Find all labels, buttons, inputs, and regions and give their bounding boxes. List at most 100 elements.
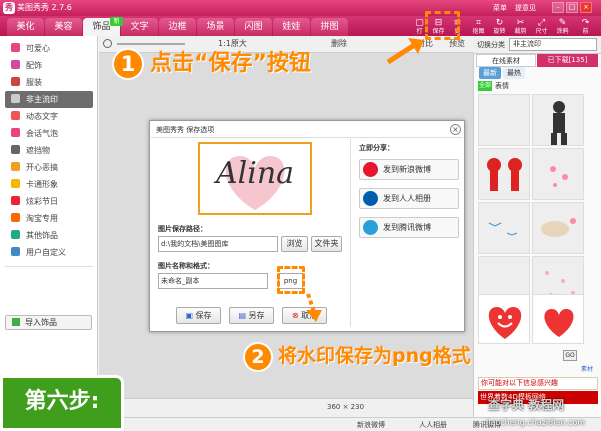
category-item-active[interactable]: 非主流印 <box>5 91 93 108</box>
category-icon <box>11 196 20 205</box>
category-icon <box>11 111 20 120</box>
tab-border[interactable]: 边框 <box>159 18 196 36</box>
material-thumbnail[interactable] <box>478 148 530 200</box>
material-thumbnail[interactable] <box>532 202 584 254</box>
maximize-button[interactable]: □ <box>566 2 578 13</box>
save-highlight-box <box>425 11 460 40</box>
tab-beauty[interactable]: 美容 <box>45 18 82 36</box>
redo-icon[interactable]: ↷ 前 <box>577 18 594 35</box>
material-thumbnail[interactable] <box>478 94 530 146</box>
save-as-button[interactable]: ▤ 另存 <box>229 307 274 324</box>
filter-emoji[interactable]: 表情 <box>495 81 509 91</box>
import-accessory-button[interactable]: 导入饰品 <box>5 315 92 330</box>
tencent-weibo-icon <box>363 220 378 235</box>
ad-banner[interactable]: 你可能对以下信息感兴趣 <box>478 377 598 390</box>
tab-collage[interactable]: 拼图 <box>311 18 348 36</box>
step-2-callout: 将水印保存为png格式 <box>278 345 471 367</box>
pink-hearts-icon <box>550 166 568 187</box>
tab-downloaded[interactable]: 已下载[135] <box>537 54 598 67</box>
tab-flash[interactable]: 闪图 <box>235 18 272 36</box>
zoom-slider[interactable] <box>117 43 185 45</box>
share-renren-button[interactable]: 发到人人相册 <box>359 188 459 209</box>
category-item[interactable]: 卡通形象 <box>5 176 93 193</box>
close-window-button[interactable]: × <box>580 2 592 13</box>
cancel-icon: ⊗ <box>291 311 299 320</box>
material-thumbnail[interactable] <box>478 202 530 254</box>
arrow-down-icon <box>306 293 322 322</box>
category-icon <box>11 230 20 239</box>
minimize-button[interactable]: – <box>552 2 564 13</box>
tab-online-materials[interactable]: 在线素材 <box>476 54 536 67</box>
category-item[interactable]: 服装 <box>5 74 93 91</box>
rotate-icon[interactable]: ↻ 旋转 <box>491 18 508 35</box>
category-icon <box>11 128 20 137</box>
material-thumbnail[interactable] <box>532 294 584 344</box>
category-item[interactable]: 炫彩节日 <box>5 193 93 210</box>
category-icon <box>11 94 20 103</box>
tab-text[interactable]: 文字 <box>121 18 158 36</box>
tab-scene[interactable]: 场景 <box>197 18 234 36</box>
filter-all[interactable]: 全部 <box>478 81 492 91</box>
main-tab-bar: 美化 美容 饰品 文字 边框 场景 闪图 娃娃 拼图 新 <box>0 16 601 36</box>
browse-button[interactable]: 浏览 <box>281 236 308 252</box>
red-figures-icon <box>487 158 522 191</box>
zoom-original-button[interactable]: 1:1原大 <box>218 38 247 49</box>
category-switcher: 切换分类 非主流印 <box>473 36 601 54</box>
zoom-out-icon[interactable] <box>103 39 112 48</box>
category-switch-label: 切换分类 <box>477 41 505 49</box>
category-item[interactable]: 可爱心 <box>5 40 93 57</box>
figure-sticker-icon <box>551 101 567 145</box>
step-1-callout: 点击“保存”按钮 <box>150 51 311 76</box>
category-icon <box>11 162 20 171</box>
share-sina-weibo-button[interactable]: 发到新浪微博 <box>359 159 459 180</box>
category-item[interactable]: 其他饰品 <box>5 227 93 244</box>
size-icon[interactable]: ⤢ 尺寸 <box>533 18 550 35</box>
app-logo: 秀 <box>3 2 15 14</box>
subtab-hot[interactable]: 最热 <box>503 67 525 79</box>
delete-button[interactable]: 删除 <box>331 38 347 49</box>
app-title: 美图秀秀 2.7.6 <box>17 3 72 12</box>
tab-beautify[interactable]: 美化 <box>7 18 44 36</box>
material-thumbnail[interactable] <box>532 94 584 146</box>
tab-doll[interactable]: 娃娃 <box>273 18 310 36</box>
divider <box>5 266 93 267</box>
save-path-field[interactable]: d:\我的文档\美图图库 <box>158 236 278 252</box>
red-heart-icon <box>544 309 574 337</box>
doodle-icon[interactable]: ✎ 涂鸦 <box>554 18 571 35</box>
category-item[interactable]: 用户自定义 <box>5 244 93 261</box>
divider <box>350 139 351 327</box>
file-name-field[interactable]: 未命名_副本 <box>158 273 268 289</box>
arrow-up-right-icon <box>386 38 424 65</box>
name-format-label: 图片名称和格式： <box>158 262 214 270</box>
feedback-link[interactable]: 提意见 <box>515 3 536 13</box>
title-bar: 秀 美图秀秀 2.7.6 菜单 提意见 – □ × <box>0 0 601 16</box>
category-item[interactable]: 淘宝专用 <box>5 210 93 227</box>
go-button[interactable]: GO <box>563 350 577 361</box>
step-banner: 第六步: <box>0 375 124 431</box>
material-thumbnail[interactable] <box>532 148 584 200</box>
category-select[interactable]: 非主流印 <box>509 38 597 51</box>
category-item[interactable]: 会话气泡 <box>5 125 93 142</box>
share-title: 立即分享： <box>359 144 394 152</box>
share-weibo-link[interactable]: 新浪微博 <box>357 420 385 430</box>
category-item[interactable]: 配饰 <box>5 57 93 74</box>
category-item[interactable]: 动态文字 <box>5 108 93 125</box>
dialog-close-button[interactable]: × <box>450 124 461 135</box>
smiley-heart-icon <box>488 307 522 339</box>
open-folder-button[interactable]: 文件夹 <box>311 236 342 252</box>
subtab-latest[interactable]: 最新 <box>479 67 501 79</box>
category-item[interactable]: 开心恶搞 <box>5 159 93 176</box>
watermark-url: jiaocheng.chazidian.com <box>486 418 586 427</box>
more-materials-link[interactable]: 素材 <box>581 364 593 373</box>
share-tencent-weibo-button[interactable]: 发到腾讯微博 <box>359 217 459 238</box>
crop-icon[interactable]: ⌗ 抠图 <box>470 18 487 35</box>
category-icon <box>11 247 20 256</box>
category-item[interactable]: 遮挡物 <box>5 142 93 159</box>
material-thumbnail[interactable] <box>478 294 530 344</box>
watermark-text: 查字典 教程网 <box>488 398 565 412</box>
step-2-marker: 2 <box>243 342 273 372</box>
menu-link[interactable]: 菜单 <box>493 3 507 13</box>
share-renren-link[interactable]: 人人相册 <box>419 420 447 430</box>
cut-icon[interactable]: ✂ 裁剪 <box>512 18 529 35</box>
save-confirm-button[interactable]: ▣ 保存 <box>176 307 221 324</box>
